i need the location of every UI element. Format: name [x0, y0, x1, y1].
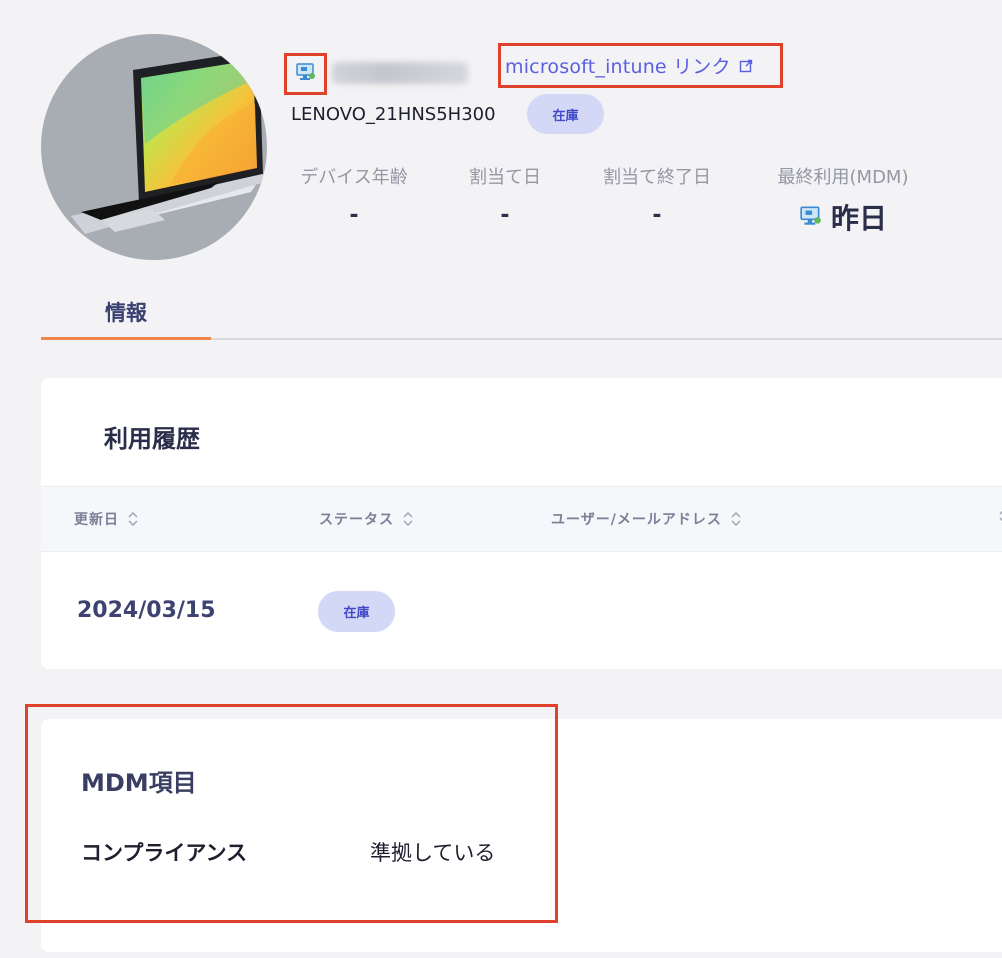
stat-label: 最終利用(MDM) [777, 167, 909, 188]
managed-device-icon [295, 62, 317, 86]
tab-info[interactable]: 情報 [41, 292, 211, 340]
stat-assigned-date: 割当て日 - [462, 163, 548, 228]
stat-value-row: 昨日 [767, 197, 919, 237]
sort-icon [731, 512, 741, 526]
table-header: 更新日 ステータス ユーザー/メールアドレス [41, 486, 1002, 552]
device-detail-page: microsoft_intune リンク LENOVO_21HNS5H300 在… [0, 0, 1002, 958]
laptop-illustration [71, 50, 265, 234]
usage-history-title: 利用履歴 [104, 425, 200, 453]
mdm-section-highlight [25, 704, 558, 923]
redacted-device-name [332, 62, 468, 84]
stat-value: - [500, 203, 510, 228]
intune-link[interactable]: microsoft_intune リンク [498, 43, 783, 88]
column-header-status[interactable]: ステータス [319, 509, 413, 529]
column-header-user-email[interactable]: ユーザー/メールアドレス [551, 509, 741, 529]
stat-label: デバイス年齢 [300, 167, 408, 188]
stat-last-used-mdm: 最終利用(MDM) 昨日 [767, 163, 919, 237]
column-label: ユーザー/メールアドレス [551, 512, 722, 528]
status-badge: 在庫 [318, 591, 395, 632]
managed-device-icon [799, 201, 823, 234]
column-header-updated-date[interactable]: 更新日 [74, 509, 138, 529]
usage-history-card: 利用履歴 更新日 ステータス ユーザー/メールアドレス 2024/03/15 在… [41, 378, 1002, 669]
stat-device-age: デバイス年齢 - [292, 163, 416, 228]
sort-icon [128, 512, 138, 526]
stat-assignment-end-date: 割当て終了日 - [595, 163, 719, 228]
status-badge: 在庫 [527, 94, 604, 134]
sort-icon [403, 512, 413, 526]
device-model: LENOVO_21HNS5H300 [291, 104, 496, 125]
stat-value: - [349, 203, 359, 228]
stat-label: 割当て日 [469, 167, 541, 188]
column-label: 更新日 [74, 512, 119, 528]
tab-bar: 情報 [41, 292, 1002, 340]
stat-value: 昨日 [830, 202, 887, 235]
external-link-icon [739, 59, 753, 73]
mdm-managed-indicator [284, 53, 327, 95]
table-cell-date: 2024/03/15 [77, 598, 216, 623]
intune-link-label[interactable]: microsoft_intune リンク [505, 52, 731, 79]
stat-label: 割当て終了日 [603, 167, 711, 188]
stat-value: - [652, 203, 662, 228]
column-label: ステータス [319, 512, 394, 528]
device-avatar [41, 34, 267, 260]
